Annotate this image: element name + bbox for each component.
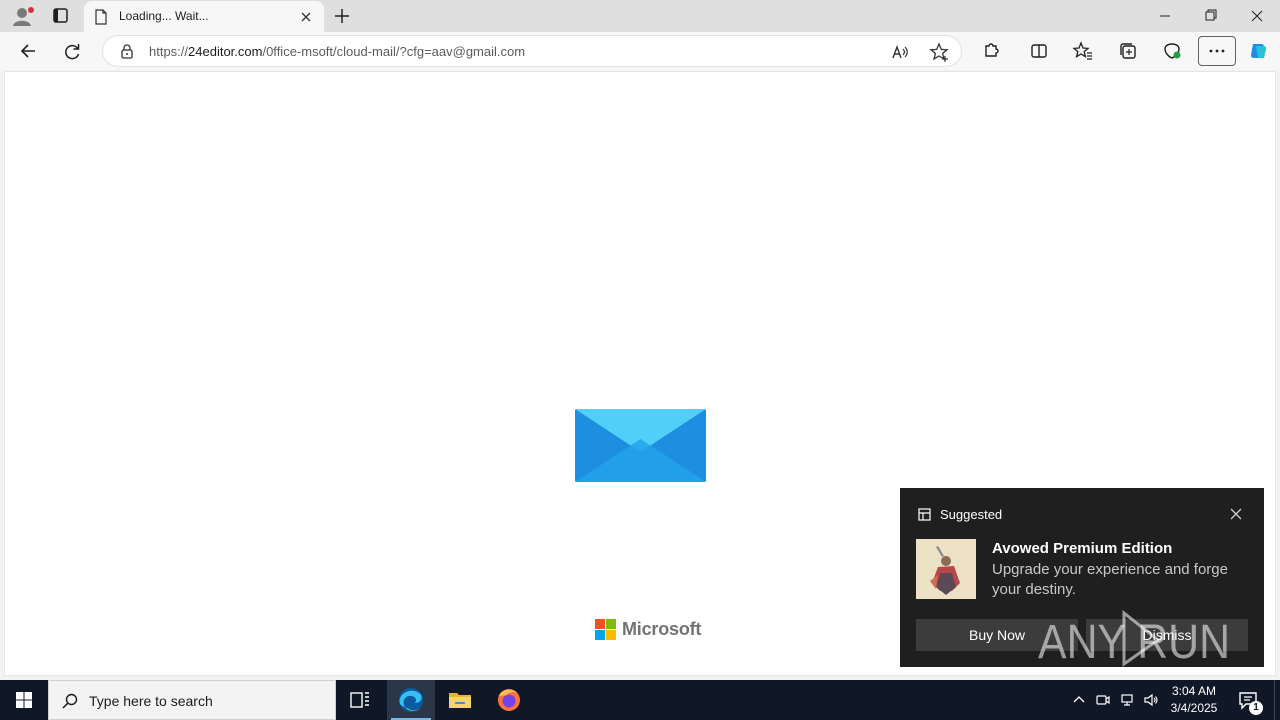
edge-icon (399, 688, 423, 712)
meet-now-icon[interactable] (1095, 692, 1111, 708)
task-view-button[interactable] (336, 680, 384, 720)
game-art-icon (916, 539, 976, 599)
minimize-button[interactable] (1142, 0, 1188, 32)
back-icon[interactable] (14, 37, 42, 65)
toast-close-icon[interactable] (1228, 506, 1244, 522)
microsoft-logo: Microsoft (595, 619, 701, 640)
search-placeholder: Type here to search (89, 693, 213, 709)
show-hidden-icons-icon[interactable] (1071, 692, 1087, 708)
url-text[interactable]: https://24editor.com/0ffice-msoft/cloud-… (149, 44, 525, 59)
extensions-icon[interactable] (977, 37, 1005, 65)
folder-icon (449, 693, 471, 708)
logo-square-yellow (606, 630, 616, 640)
clock-date: 3/4/2025 (1170, 701, 1218, 715)
restore-button[interactable] (1188, 0, 1234, 32)
clock-time: 3:04 AM (1171, 684, 1217, 698)
store-icon (918, 508, 931, 521)
taskbar: Type here to search 3:04 AM 3/4/2025 1 (0, 680, 1280, 720)
minimize-icon (1160, 15, 1170, 17)
notification-count-badge: 1 (1249, 701, 1263, 715)
lock-icon[interactable] (119, 43, 135, 59)
taskbar-firefox-button[interactable] (485, 680, 533, 720)
close-icon (1251, 10, 1263, 22)
firefox-icon (498, 689, 520, 711)
restore-icon (1205, 9, 1217, 21)
tab-strip: Loading... Wait... (0, 0, 1280, 32)
logo-square-green (606, 619, 616, 629)
desktop-screen: Loading... Wait... https://24editor.com/… (0, 0, 1280, 720)
browser-toolbar: https://24editor.com/0ffice-msoft/cloud-… (0, 32, 1280, 70)
collections-icon[interactable] (1114, 37, 1142, 65)
buy-now-button[interactable]: Buy Now (916, 619, 1078, 651)
settings-and-more-button[interactable] (1198, 36, 1236, 66)
taskbar-search-box[interactable]: Type here to search (48, 680, 336, 720)
suggested-notification-toast: Suggested Avowed Premium Edition Upgrade… (900, 488, 1264, 667)
new-tab-icon[interactable] (330, 4, 354, 28)
taskbar-file-explorer-button[interactable] (436, 680, 484, 720)
profile-button[interactable] (8, 4, 36, 28)
network-icon[interactable] (1119, 692, 1135, 708)
task-view-icon (350, 692, 369, 708)
profile-alert-dot (27, 6, 35, 14)
page-icon (95, 9, 107, 25)
close-window-button[interactable] (1234, 0, 1280, 32)
windows-logo-icon (16, 692, 32, 708)
tab-actions-menu-button[interactable] (46, 4, 74, 28)
volume-icon[interactable] (1143, 692, 1159, 708)
copilot-icon[interactable] (1244, 37, 1272, 65)
taskbar-edge-button[interactable] (387, 680, 435, 720)
close-tab-icon[interactable] (298, 9, 314, 25)
logo-square-blue (595, 630, 605, 640)
dismiss-button[interactable]: Dismiss (1086, 619, 1248, 651)
browser-essentials-icon[interactable] (1158, 37, 1186, 65)
tab-title: Loading... Wait... (119, 9, 209, 23)
toast-body: Upgrade your experience and forge your d… (992, 561, 1228, 598)
favorites-icon[interactable] (1069, 37, 1097, 65)
microsoft-logo-squares (595, 619, 616, 640)
microsoft-logo-text: Microsoft (622, 619, 702, 639)
refresh-icon[interactable] (58, 37, 86, 65)
read-aloud-icon[interactable] (886, 39, 912, 65)
show-desktop-button[interactable] (1274, 680, 1280, 720)
split-screen-icon[interactable] (1025, 37, 1053, 65)
toast-title: Avowed Premium Edition (992, 540, 1173, 557)
tab-actions-icon (53, 8, 68, 23)
toast-header: Suggested (940, 507, 1003, 522)
url-scheme: https:// (149, 44, 189, 59)
search-icon (62, 693, 78, 709)
more-options-icon (1209, 49, 1225, 53)
envelope-icon (575, 409, 706, 482)
start-button[interactable] (0, 680, 48, 720)
url-path: /0ffice-msoft/cloud-mail/?cfg=aav@gmail.… (262, 44, 526, 59)
game-thumbnail (916, 539, 976, 599)
url-host: 24editor.com (188, 44, 263, 59)
favorite-star-icon[interactable] (926, 39, 952, 65)
logo-square-red (595, 619, 605, 629)
taskbar-clock[interactable]: 3:04 AM 3/4/2025 (1162, 683, 1226, 717)
address-bar[interactable]: https://24editor.com/0ffice-msoft/cloud-… (102, 35, 962, 67)
tab-active[interactable]: Loading... Wait... (84, 1, 324, 32)
